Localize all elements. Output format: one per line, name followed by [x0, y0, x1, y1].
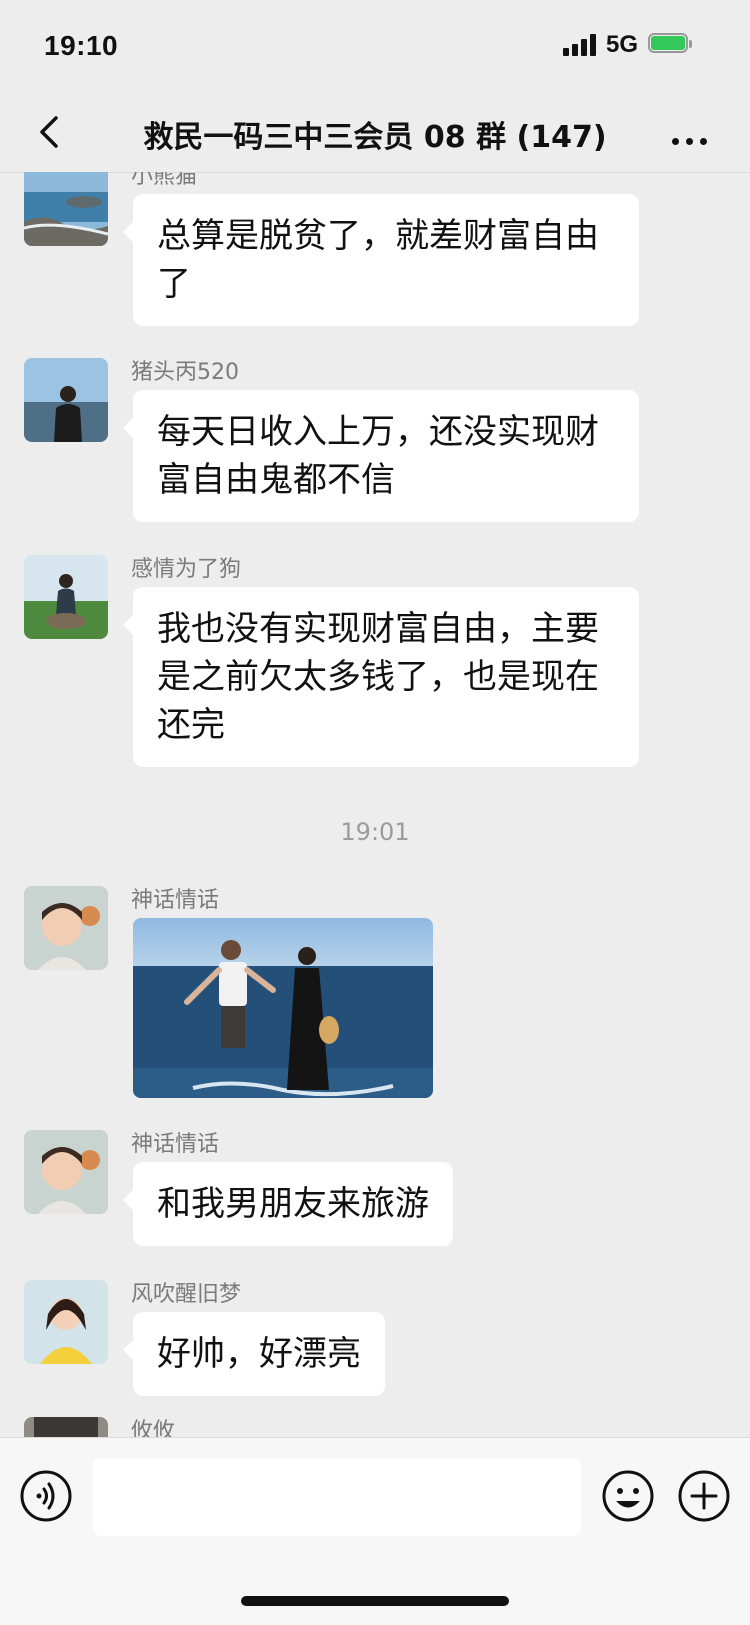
avatar[interactable] [24, 358, 108, 442]
sender-name: 猪头丙520 [131, 360, 239, 385]
message-list[interactable]: 小熊猫 总算是脱贫了，就差财富自由了 猪头丙520 每天日收入上万，还没实现财富… [0, 172, 750, 1437]
sender-name: 风吹醒旧梦 [131, 1282, 242, 1307]
battery-icon [648, 33, 694, 55]
sender-name: 神话情话 [131, 888, 220, 913]
message-bubble[interactable]: 我也没有实现财富自由，主要是之前欠太多钱了，也是现在还完 [123, 587, 639, 767]
sender-name: 小熊猫 [131, 172, 198, 189]
signal-icon [563, 34, 599, 56]
more-dots-icon[interactable] [672, 130, 714, 149]
sender-name: 神话情话 [131, 1132, 220, 1157]
sender-name: 攸攸 [131, 1419, 176, 1437]
status-bar: 19:10 5G [0, 0, 750, 92]
message-image[interactable] [133, 918, 433, 1098]
message-bubble[interactable]: 和我男朋友来旅游 [123, 1162, 453, 1246]
avatar[interactable] [24, 1280, 108, 1364]
message-bubble[interactable]: 好帅，好漂亮 [123, 1312, 385, 1396]
avatar[interactable] [24, 886, 108, 970]
chat-header: 救民一码三中三会员 08 群 (147) [0, 92, 750, 173]
network-label: 5G [606, 31, 639, 58]
plus-icon[interactable] [676, 1468, 732, 1524]
sender-name: 感情为了狗 [131, 557, 242, 582]
emoji-icon[interactable] [600, 1468, 656, 1524]
voice-icon[interactable] [18, 1468, 74, 1524]
home-indicator[interactable] [241, 1596, 509, 1606]
avatar[interactable] [24, 172, 108, 246]
chat-title: 救民一码三中三会员 08 群 (147) [143, 120, 607, 155]
message-bubble[interactable]: 每天日收入上万，还没实现财富自由鬼都不信 [123, 390, 639, 522]
status-time: 19:10 [44, 30, 119, 61]
message-input[interactable] [93, 1458, 581, 1536]
avatar[interactable] [24, 1417, 108, 1437]
message-bubble[interactable]: 总算是脱贫了，就差财富自由了 [123, 194, 639, 326]
avatar[interactable] [24, 555, 108, 639]
avatar[interactable] [24, 1130, 108, 1214]
message-timestamp: 19:01 [340, 818, 410, 846]
